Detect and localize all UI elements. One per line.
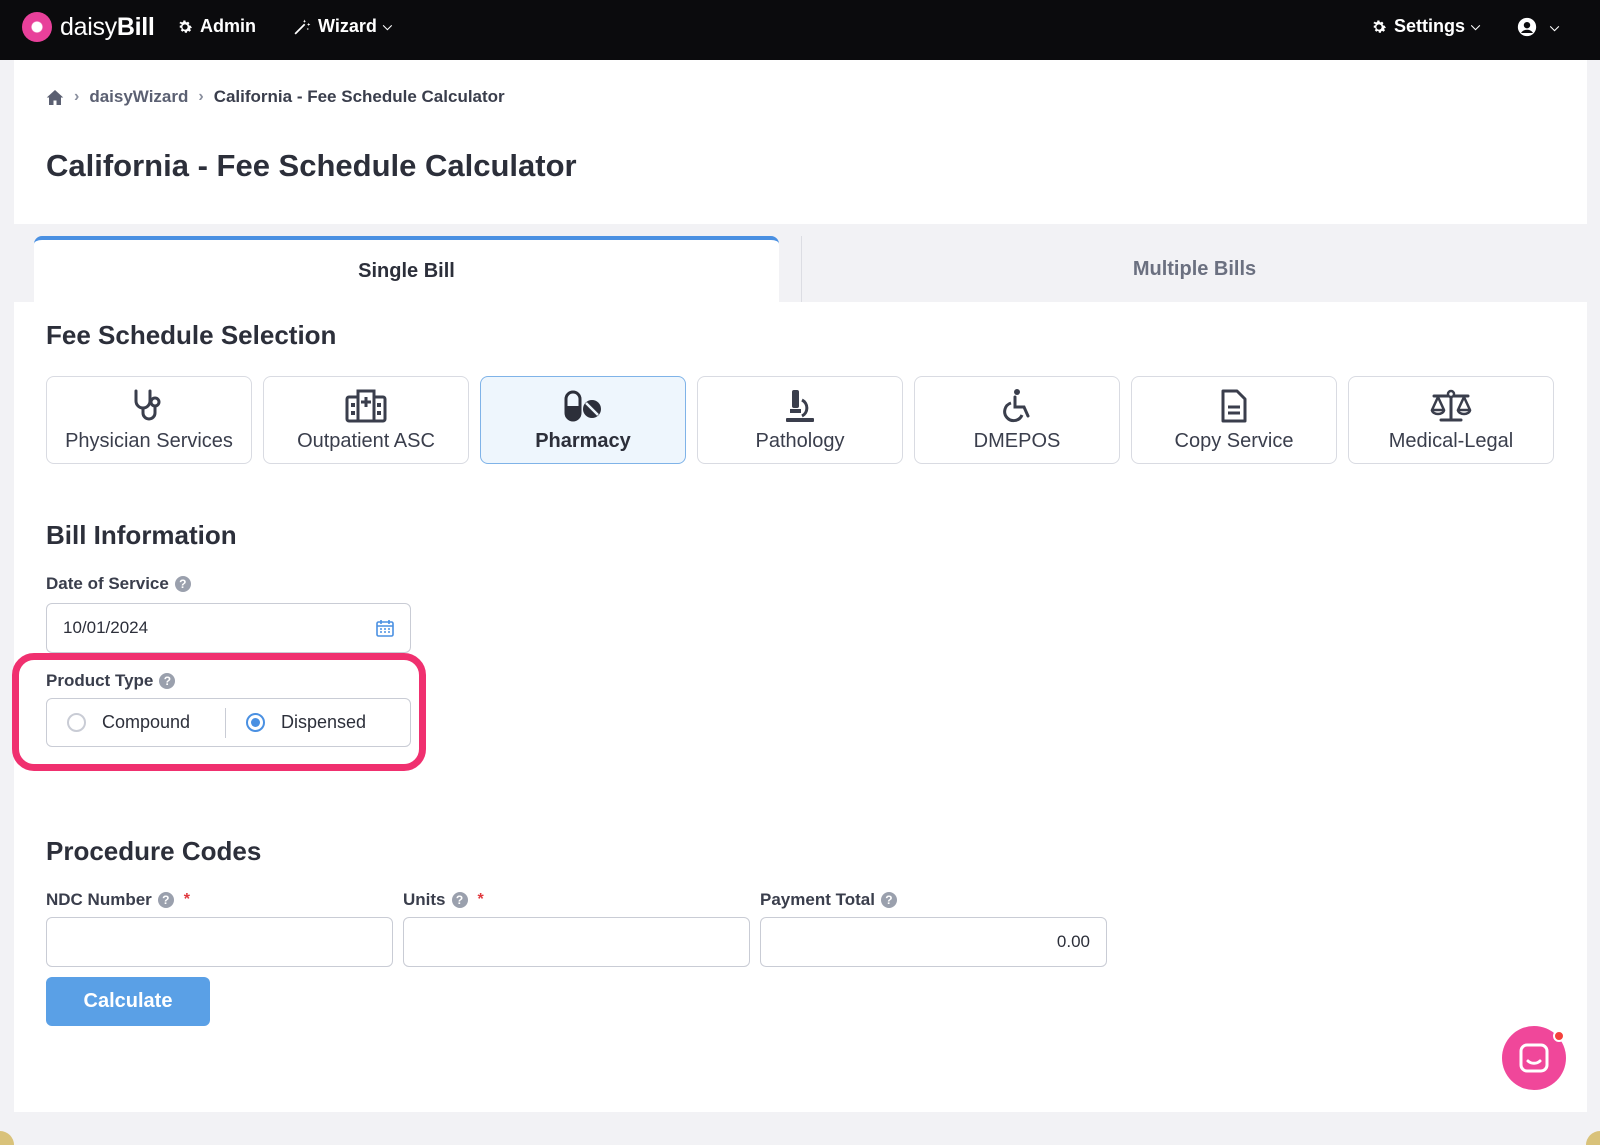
chevron-down-icon: ⌵ xyxy=(1471,19,1481,33)
user-circle-icon xyxy=(1517,17,1537,37)
date-of-service-label-text: Date of Service xyxy=(46,574,169,593)
main-card: › daisyWizard › California - Fee Schedul… xyxy=(12,60,1587,1112)
breadcrumb: › daisyWizard › California - Fee Schedul… xyxy=(46,87,505,107)
nav-admin[interactable]: Admin xyxy=(176,16,256,37)
payment-total-label-text: Payment Total xyxy=(760,890,875,909)
fee-option-label: Copy Service xyxy=(1174,429,1294,452)
daisy-flower-icon xyxy=(22,12,52,42)
radio-button-selected[interactable] xyxy=(246,713,265,732)
product-type-label-text: Product Type xyxy=(46,671,154,690)
home-icon[interactable] xyxy=(46,89,64,106)
gear-icon xyxy=(1373,20,1387,33)
breadcrumb-separator-icon: › xyxy=(74,88,80,105)
bill-info-title: Bill Information xyxy=(46,520,237,550)
fee-option-label: Physician Services xyxy=(65,429,233,452)
fee-option-dmepos[interactable]: DMEPOS xyxy=(914,376,1120,464)
calculate-button[interactable]: Calculate xyxy=(46,977,210,1026)
bottom-bar xyxy=(0,1112,1600,1145)
tab-single-bill[interactable]: Single Bill xyxy=(34,236,779,302)
units-input[interactable] xyxy=(403,917,750,967)
product-type-radio-group: Compound Dispensed xyxy=(46,698,411,747)
fee-option-label: Pharmacy xyxy=(535,429,631,452)
payment-total-input: 0.00 xyxy=(760,917,1107,967)
product-type-label: Product Type ? xyxy=(46,671,176,691)
nav-wizard-dropdown[interactable]: Wizard ⌵ xyxy=(292,16,392,37)
procedure-codes-title: Procedure Codes xyxy=(46,836,262,866)
radio-option-compound[interactable]: Compound xyxy=(47,699,225,746)
payment-total-value: 0.00 xyxy=(1056,932,1090,951)
nav-settings-label: Settings xyxy=(1394,16,1466,36)
notification-dot xyxy=(1553,1030,1565,1042)
nav-settings-dropdown[interactable]: Settings ⌵ xyxy=(1370,16,1480,37)
help-icon[interactable]: ? xyxy=(157,892,174,908)
radio-label-dispensed: Dispensed xyxy=(281,712,367,732)
page-title: California - Fee Schedule Calculator xyxy=(46,148,577,183)
radio-option-dispensed[interactable]: Dispensed xyxy=(226,699,366,746)
chevron-down-icon: ⌵ xyxy=(1550,19,1560,34)
stethoscope-icon xyxy=(134,389,161,420)
tab-multiple-bills[interactable]: Multiple Bills xyxy=(801,236,1587,302)
fee-option-label: DMEPOS xyxy=(973,429,1061,452)
document-icon xyxy=(1221,389,1247,422)
help-icon[interactable]: ? xyxy=(159,673,176,689)
units-label-text: Units xyxy=(403,890,446,909)
fee-option-copy-service[interactable]: Copy Service xyxy=(1131,376,1337,464)
breadcrumb-current: California - Fee Schedule Calculator xyxy=(213,87,505,106)
page-header: › daisyWizard › California - Fee Schedul… xyxy=(14,60,1587,224)
fee-option-medical-legal[interactable]: Medical-Legal xyxy=(1348,376,1554,464)
chat-icon xyxy=(1519,1043,1549,1073)
fee-option-physician-services[interactable]: Physician Services xyxy=(46,376,252,464)
nav-admin-label: Admin xyxy=(200,16,256,36)
fee-option-pathology[interactable]: Pathology xyxy=(697,376,903,464)
gear-icon xyxy=(179,20,193,33)
ndc-number-label-text: NDC Number xyxy=(46,890,152,909)
hospital-icon xyxy=(345,389,387,422)
fee-option-label: Outpatient ASC xyxy=(297,429,435,452)
help-icon[interactable]: ? xyxy=(174,576,191,592)
ndc-number-label: NDC Number ? * xyxy=(46,890,190,910)
brand-name: daisyBill xyxy=(60,12,155,41)
required-asterisk: * xyxy=(477,891,484,908)
pills-icon xyxy=(564,390,601,421)
wheelchair-icon xyxy=(1003,388,1030,422)
radio-label-compound: Compound xyxy=(102,712,191,732)
fee-schedule-title: Fee Schedule Selection xyxy=(46,320,337,350)
date-of-service-value: 10/01/2024 xyxy=(63,618,149,637)
nav-user-dropdown[interactable]: ⌵ xyxy=(1516,16,1559,38)
microscope-icon xyxy=(786,389,814,422)
top-navbar: daisyBill Admin Wizard ⌵ Settings ⌵ ⌵ xyxy=(0,0,1600,60)
fee-option-label: Medical-Legal xyxy=(1388,429,1514,452)
fee-schedule-options: Physician Services Outpatient ASC Pharma… xyxy=(46,376,1554,464)
radio-button[interactable] xyxy=(67,713,86,732)
date-of-service-label: Date of Service ? xyxy=(46,574,191,594)
scales-icon xyxy=(1430,389,1472,421)
ndc-number-input[interactable] xyxy=(46,917,393,967)
calendar-icon[interactable] xyxy=(376,619,394,637)
magic-wand-icon xyxy=(294,19,311,34)
units-label: Units ? * xyxy=(403,890,484,910)
chevron-down-icon: ⌵ xyxy=(382,19,392,33)
date-of-service-input[interactable]: 10/01/2024 xyxy=(46,603,411,653)
help-icon[interactable]: ? xyxy=(451,892,468,908)
breadcrumb-daisywizard[interactable]: daisyWizard xyxy=(89,87,188,107)
tabs-strip: Single Bill Multiple Bills xyxy=(14,224,1587,302)
fee-option-label: Pathology xyxy=(755,429,845,452)
brand-logo[interactable]: daisyBill xyxy=(22,12,155,42)
fee-option-pharmacy[interactable]: Pharmacy xyxy=(480,376,686,464)
fee-option-outpatient-asc[interactable]: Outpatient ASC xyxy=(263,376,469,464)
payment-total-label: Payment Total ? xyxy=(760,890,897,910)
nav-wizard-label: Wizard xyxy=(318,16,377,36)
required-asterisk: * xyxy=(183,891,191,908)
help-icon[interactable]: ? xyxy=(880,892,897,908)
breadcrumb-separator-icon: › xyxy=(198,88,204,105)
